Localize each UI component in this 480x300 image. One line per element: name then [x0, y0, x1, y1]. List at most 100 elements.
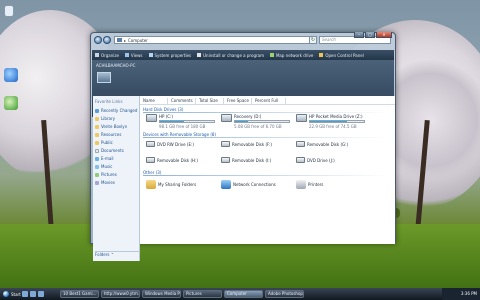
taskbar-button-active[interactable]: Computer: [224, 290, 263, 298]
drive-name: DVD Drive (J:): [307, 157, 335, 163]
drive-j[interactable]: DVD Drive (J:): [296, 157, 335, 163]
column-free-space[interactable]: Free Space: [224, 98, 252, 104]
maximize-button[interactable]: □: [365, 32, 375, 38]
map-drive-button[interactable]: Map network drive: [269, 53, 313, 58]
folder-icon: [95, 140, 99, 145]
switch-windows-icon[interactable]: [30, 291, 36, 297]
show-desktop-icon[interactable]: [22, 291, 28, 297]
column-percent-full[interactable]: Percent Full: [252, 98, 286, 104]
uninstall-icon: [197, 53, 202, 57]
group-hard-disk-drives[interactable]: Hard Disk Drives (3): [143, 107, 392, 113]
drive-usage-bar: [234, 120, 290, 123]
organize-icon: [95, 53, 99, 57]
windows-orb-icon: [3, 291, 9, 297]
printer-icon: [296, 180, 306, 189]
drive-h[interactable]: Removable Disk (H:): [146, 157, 198, 163]
hard-drive-icon: [221, 114, 232, 122]
nav-item-vente-boxlyn[interactable]: Vente Boxlyn: [95, 124, 127, 129]
uninstall-label: Uninstall or change a program: [203, 52, 264, 58]
nav-item-label: Movies: [101, 180, 115, 185]
drive-d[interactable]: Recovery (D:) 5.08 GB free of 6.70 GB: [221, 114, 290, 129]
taskbar-button[interactable]: http://www0.ytm.a...: [101, 290, 140, 298]
item-label: My Sharing Folders: [158, 182, 197, 187]
nav-item-public[interactable]: Public: [95, 140, 113, 145]
system-tray-clock[interactable]: 3:36 PM: [442, 288, 480, 300]
system-properties-label: System properties: [154, 52, 192, 58]
control-panel-icon: [319, 53, 324, 57]
network-connections[interactable]: Network Connections: [221, 180, 276, 189]
email-icon: [95, 156, 99, 161]
views-label: Views: [130, 52, 143, 58]
group-removable-storage[interactable]: Devices with Removable Storage (8): [143, 132, 389, 138]
forward-button[interactable]: ›: [103, 36, 111, 44]
dvd-drive-icon: [146, 141, 155, 147]
nav-item-documents[interactable]: Documents: [95, 148, 124, 153]
taskbar-button[interactable]: Adobe Photoshop: [265, 290, 304, 298]
taskbar-button[interactable]: 10 Best1 Gami...: [60, 290, 99, 298]
music-icon: [95, 164, 99, 169]
nav-item-email[interactable]: E-mail: [95, 156, 114, 161]
recent-icon: [95, 108, 99, 113]
column-header: Name Comments Total Size Free Space Perc…: [140, 98, 395, 105]
my-sharing-folders[interactable]: My Sharing Folders: [146, 180, 196, 189]
drive-usage-bar: [309, 120, 365, 123]
drive-name: Removable Disk (I:): [232, 157, 272, 163]
drive-g[interactable]: Removable Disk (G:): [296, 141, 348, 147]
drive-name: HP (C:): [159, 114, 173, 119]
drive-z[interactable]: HP Pocket Media Drive (Z:) 22.9 GB free …: [296, 114, 365, 129]
refresh-button[interactable]: ↻: [309, 36, 317, 44]
start-button[interactable]: Start: [0, 288, 22, 300]
removable-disk-icon: [221, 141, 230, 147]
nav-item-pictures[interactable]: Pictures: [95, 172, 117, 177]
uninstall-button[interactable]: Uninstall or change a program: [197, 53, 264, 58]
group-other[interactable]: Other (3): [143, 170, 394, 176]
folders-label: Folders: [95, 252, 110, 257]
drive-f[interactable]: Removable Disk (F:): [221, 141, 272, 147]
nav-item-label: Music: [101, 164, 113, 169]
drive-name: HP Pocket Media Drive (Z:): [309, 114, 363, 119]
column-name[interactable]: Name: [140, 98, 168, 104]
column-total-size[interactable]: Total Size: [196, 98, 224, 104]
nav-item-label: Library: [101, 116, 115, 121]
internet-explorer-icon[interactable]: [4, 68, 18, 82]
dvd-drive-icon: [296, 157, 305, 163]
nav-item-recently-changed[interactable]: Recently Changed: [95, 108, 137, 113]
network-icon[interactable]: [4, 96, 18, 110]
breadcrumb-arrow-icon[interactable]: ▸: [124, 38, 126, 43]
chevron-up-icon: ⌃: [110, 252, 115, 257]
organize-label: Organize: [101, 52, 119, 58]
start-label: Start: [11, 291, 21, 297]
nav-item-music[interactable]: Music: [95, 164, 112, 169]
drive-free-space: 22.9 GB free of 74.5 GB: [309, 124, 357, 129]
taskbar-button[interactable]: Windows Media Pl...: [142, 290, 181, 298]
views-button[interactable]: Views: [124, 52, 143, 58]
drive-c[interactable]: HP (C:) 98.1 GB free of 180 GB: [146, 114, 215, 129]
drive-e[interactable]: DVD RW Drive (E:): [146, 141, 194, 147]
movies-icon: [95, 180, 99, 185]
nav-item-resources[interactable]: Resources: [95, 132, 121, 137]
minimize-button[interactable]: –: [354, 32, 364, 38]
nav-item-movies[interactable]: Movies: [95, 180, 115, 185]
close-button[interactable]: ✕: [376, 32, 392, 38]
recycle-bin-icon[interactable]: [4, 5, 14, 17]
control-panel-button[interactable]: Open Control Panel: [319, 53, 364, 58]
drive-i[interactable]: Removable Disk (I:): [221, 157, 271, 163]
removable-disk-icon: [221, 157, 230, 163]
hard-drive-icon: [296, 114, 307, 122]
organize-button[interactable]: Organize: [95, 53, 119, 58]
column-comments[interactable]: Comments: [168, 98, 196, 104]
system-properties-button[interactable]: System properties: [148, 52, 192, 58]
printers[interactable]: Printers: [296, 180, 323, 189]
title-bar[interactable]: ‹ › ▸ Computer ↻ Search – □ ✕: [91, 32, 395, 50]
folders-toggle[interactable]: Folders ⌃: [95, 251, 139, 259]
item-label: Network Connections: [233, 182, 276, 187]
back-button[interactable]: ‹: [94, 36, 102, 44]
nav-item-label: Recently Changed: [101, 108, 138, 113]
folder-icon: [95, 132, 99, 137]
content-pane: Name Comments Total Size Free Space Perc…: [140, 96, 395, 244]
internet-explorer-icon[interactable]: [38, 291, 44, 297]
nav-item-library[interactable]: Library: [95, 116, 115, 121]
taskbar-button[interactable]: Pictures: [183, 290, 222, 298]
address-bar[interactable]: ▸ Computer: [114, 36, 310, 44]
drive-name: DVD RW Drive (E:): [157, 141, 194, 147]
